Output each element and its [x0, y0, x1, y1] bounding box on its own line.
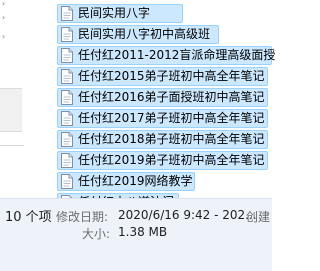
file-item[interactable]: 任付红2015弟子班初中高全年笔记 [57, 67, 268, 86]
nav-divider [0, 145, 24, 146]
file-item[interactable]: 任付红2018弟子班初中高全年笔记 [57, 130, 268, 149]
created-label: 创建 [246, 210, 271, 224]
file-name: 民间实用八字 [78, 6, 151, 20]
document-icon [61, 27, 73, 42]
file-item[interactable]: 民间实用八字 [57, 4, 183, 23]
nav-selected-item[interactable] [0, 88, 22, 132]
file-name: 任付红2016弟子面授班初中高笔记 [78, 90, 265, 104]
navigation-pane: › › › [0, 0, 50, 197]
file-list: 民间实用八字 民间实用八字初中高级班 任付红2011-2012盲派命理高级面授 … [53, 0, 276, 210]
file-name: 任付红2019网络教学 [78, 174, 193, 188]
file-item[interactable]: 任付红2019弟子班初中高全年笔记 [57, 151, 268, 170]
modified-value: 2020/6/16 9:42 - 202... [118, 208, 257, 222]
file-name: 任付红2018弟子班初中高全年笔记 [78, 132, 265, 146]
chevron-right-icon[interactable]: › [2, 33, 10, 41]
file-item[interactable]: 任付红2016弟子面授班初中高笔记 [57, 88, 268, 107]
document-icon [61, 132, 73, 147]
file-item[interactable]: 民间实用八字初中高级班 [57, 25, 219, 44]
document-icon [61, 6, 73, 21]
file-item[interactable]: 任付红2011-2012盲派命理高级面授 [57, 46, 276, 65]
document-icon [61, 69, 73, 84]
size-label: 大小: [82, 227, 111, 241]
file-name: 民间实用八字初中高级班 [78, 27, 211, 41]
size-value: 1.38 MB [118, 225, 168, 239]
file-name: 任付红2019弟子班初中高全年笔记 [78, 153, 265, 167]
file-item[interactable]: 任付红2017弟子班初中高全年笔记 [57, 109, 268, 128]
file-name: 任付红2015弟子班初中高全年笔记 [78, 69, 265, 83]
chevron-right-icon[interactable]: › [2, 0, 10, 8]
details-pane: 10 个项 修改日期: 2020/6/16 9:42 - 202... 创建 大… [0, 198, 272, 271]
document-icon [61, 174, 73, 189]
file-name: 任付红2011-2012盲派命理高级面授 [78, 48, 276, 62]
document-icon [61, 153, 73, 168]
document-icon [61, 111, 73, 126]
file-name: 任付红2017弟子班初中高全年笔记 [78, 111, 265, 125]
modified-label: 修改日期: [56, 210, 109, 224]
item-count: 10 个项 [5, 210, 52, 225]
chevron-right-icon[interactable]: › [2, 14, 10, 22]
file-item[interactable]: 任付红2019网络教学 [57, 172, 195, 191]
document-icon [61, 48, 73, 63]
document-icon [61, 90, 73, 105]
